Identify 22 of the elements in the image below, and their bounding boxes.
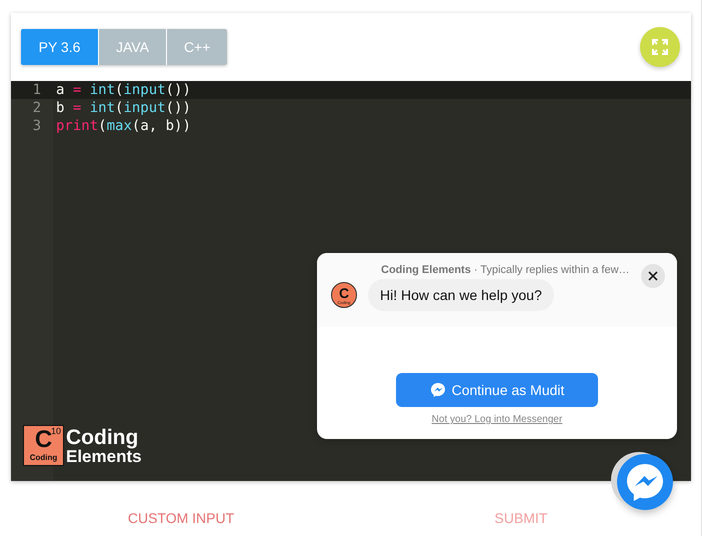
close-button[interactable] — [641, 264, 665, 288]
messenger-icon — [430, 382, 446, 398]
action-button[interactable]: CUSTOM INPUT — [11, 500, 351, 536]
expand-icon — [651, 38, 669, 56]
logo-text: Elements — [66, 448, 142, 464]
line-number: 2 — [32, 100, 42, 116]
close-icon — [648, 271, 658, 281]
code-line: print(max(a, b)) — [56, 118, 191, 134]
language-tab[interactable]: PY 3.6 — [21, 29, 98, 65]
login-link[interactable]: Not you? Log into Messenger — [432, 414, 562, 425]
code-line: b = int(input()) — [56, 100, 191, 116]
messenger-button[interactable] — [617, 454, 673, 510]
language-tab[interactable]: JAVA — [99, 29, 166, 65]
message-bubble: Hi! How can we help you? — [368, 279, 554, 311]
logo-text: Coding — [66, 426, 140, 448]
continue-button[interactable]: Continue as Mudit — [396, 373, 598, 407]
line-number: 3 — [32, 118, 42, 134]
reply-time: · Typically replies within a few… — [474, 264, 630, 276]
page-name: Coding Elements — [381, 264, 471, 276]
code-line: a = int(input()) — [56, 82, 191, 98]
line-number: 1 — [32, 82, 42, 98]
language-tab[interactable]: C++ — [166, 29, 228, 65]
